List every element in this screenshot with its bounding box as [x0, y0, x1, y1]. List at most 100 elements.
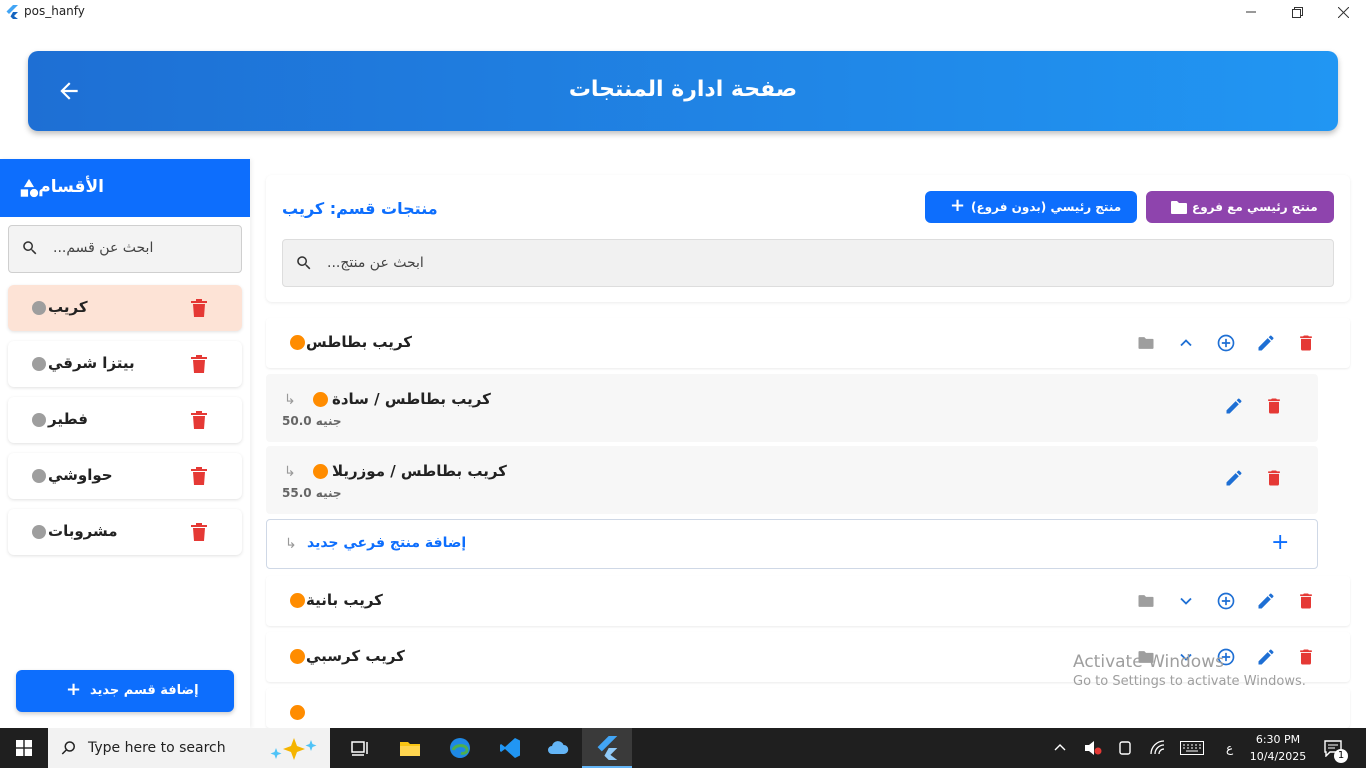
search-icon [297, 256, 311, 270]
delete-icon[interactable] [191, 355, 207, 373]
flutter-icon [597, 736, 618, 760]
folder-icon[interactable] [1136, 333, 1156, 353]
section-title: منتجات قسم: كريب [282, 199, 438, 218]
category-item-hawawshi[interactable]: حواوشي [8, 453, 242, 499]
delete-icon[interactable] [1264, 468, 1284, 488]
edge-browser-icon[interactable] [448, 736, 472, 760]
delete-icon[interactable] [1296, 591, 1316, 611]
category-label: كريب [48, 298, 88, 316]
folder-icon[interactable] [1136, 591, 1156, 611]
vscode-icon[interactable] [498, 736, 522, 760]
category-item-pie[interactable]: فطير [8, 397, 242, 443]
add-circle-icon[interactable] [1216, 333, 1236, 353]
delete-icon[interactable] [191, 411, 207, 429]
status-dot [32, 525, 46, 539]
category-item-drinks[interactable]: مشروبات [8, 509, 242, 555]
search-icon [61, 741, 75, 755]
plus-icon: + [950, 195, 966, 216]
file-explorer-icon[interactable] [398, 736, 422, 760]
delete-icon[interactable] [1296, 333, 1316, 353]
taskbar-search-placeholder: Type here to search [88, 740, 226, 756]
delete-icon[interactable] [1264, 396, 1284, 416]
taskbar-search-input[interactable]: Type here to search [48, 728, 330, 768]
status-dot [290, 593, 305, 608]
page-header: صفحة ادارة المنتجات [28, 51, 1338, 131]
window-titlebar: pos_hanfy [0, 0, 1366, 24]
category-search-input[interactable]: ...ابحث عن قسم [8, 225, 242, 273]
maximize-button[interactable] [1274, 0, 1320, 24]
delete-icon[interactable] [191, 467, 207, 485]
sub-product-row[interactable]: ↳ كريب بطاطس / موزريلا 55.0 جنيه [266, 446, 1318, 514]
product-search-input[interactable]: ...ابحث عن منتج [282, 239, 1334, 287]
minimize-button[interactable] [1228, 0, 1274, 24]
add-product-with-branches-label: منتج رئيسي مع فروع [1192, 200, 1318, 214]
flutter-icon [6, 5, 18, 19]
taskbar: Type here to search ع 6:30 PM 10/4/2025 … [0, 728, 1366, 768]
add-sub-product-button[interactable]: ↳ إضافة منتج فرعي جديد + [266, 519, 1318, 569]
status-dot [290, 335, 305, 350]
product-search-placeholder: ...ابحث عن منتج [327, 255, 424, 271]
chevron-up-icon[interactable] [1054, 742, 1066, 754]
status-dot [32, 357, 46, 371]
page-title: صفحة ادارة المنتجات [568, 77, 798, 102]
delete-icon[interactable] [191, 523, 207, 541]
language-indicator[interactable]: ع [1226, 741, 1233, 755]
status-dot [290, 649, 305, 664]
cloud-app-icon[interactable] [546, 736, 570, 760]
subdirectory-arrow-icon: ↳ [285, 536, 297, 552]
delete-icon[interactable] [191, 299, 207, 317]
add-circle-icon[interactable] [1216, 591, 1236, 611]
chevron-up-icon[interactable] [1176, 333, 1196, 353]
clock-time: 6:30 PM [1255, 733, 1301, 746]
task-view-icon[interactable] [348, 736, 372, 760]
chevron-down-icon[interactable] [1176, 591, 1196, 611]
window-title: pos_hanfy [24, 4, 85, 18]
clock[interactable]: 6:30 PM 10/4/2025 [1248, 731, 1308, 765]
edit-icon[interactable] [1256, 333, 1276, 353]
clock-date: 10/4/2025 [1249, 750, 1307, 763]
subdirectory-arrow-icon: ↳ [284, 464, 296, 480]
device-icon[interactable] [1118, 740, 1132, 756]
search-icon [23, 241, 37, 255]
status-dot [32, 469, 46, 483]
subdirectory-arrow-icon: ↳ [284, 392, 296, 408]
sub-product-row[interactable]: ↳ كريب بطاطس / سادة 50.0 جنيه [266, 374, 1318, 442]
category-label: فطير [48, 410, 88, 428]
close-button[interactable] [1320, 0, 1366, 24]
product-name: كريب بطاطس [306, 333, 412, 351]
minimize-icon [1246, 11, 1256, 13]
keyboard-icon[interactable] [1180, 741, 1204, 755]
restore-icon [1291, 6, 1303, 18]
category-item-crepe[interactable]: كريب [8, 285, 242, 331]
windows-start-icon[interactable] [16, 740, 32, 756]
plus-icon: + [1271, 530, 1290, 555]
add-product-without-branches-button[interactable]: + منتج رئيسي (بدون فروع) [925, 191, 1137, 223]
folder-icon [1171, 201, 1187, 214]
activate-windows-watermark: Activate Windows Go to Settings to activ… [1073, 652, 1306, 689]
add-sub-product-label: إضافة منتج فرعي جديد [307, 535, 467, 551]
sidebar-title: الأقسام [38, 177, 104, 197]
volume-muted-icon[interactable] [1084, 740, 1102, 756]
add-product-without-branches-label: منتج رئيسي (بدون فروع) [971, 200, 1122, 214]
status-dot [32, 301, 46, 315]
watermark-line1: Activate Windows [1073, 652, 1224, 672]
product-row[interactable]: كريب بطاطس [266, 318, 1350, 368]
category-label: حواوشي [48, 466, 113, 484]
product-row[interactable]: كريب بانية [266, 576, 1350, 626]
product-row-partial[interactable] [266, 688, 1350, 728]
watermark-line2: Go to Settings to activate Windows. [1073, 674, 1306, 689]
category-item-oriental-pizza[interactable]: بيتزا شرقي [8, 341, 242, 387]
status-dot [290, 705, 305, 720]
flutter-app-taskbar-button[interactable] [582, 728, 632, 768]
add-product-with-branches-button[interactable]: منتج رئيسي مع فروع [1146, 191, 1334, 223]
edit-icon[interactable] [1256, 591, 1276, 611]
add-category-button[interactable]: + إضافة قسم جديد [16, 670, 234, 712]
wifi-icon[interactable] [1150, 740, 1166, 756]
category-label: بيتزا شرقي [48, 354, 135, 372]
close-icon [1337, 6, 1349, 18]
edit-icon[interactable] [1224, 468, 1244, 488]
edit-icon[interactable] [1224, 396, 1244, 416]
sparkle-icon [270, 738, 317, 760]
products-toolbar-panel: منتجات قسم: كريب منتج رئيسي مع فروع + من… [266, 175, 1350, 302]
product-name: كريب بانية [306, 591, 383, 609]
